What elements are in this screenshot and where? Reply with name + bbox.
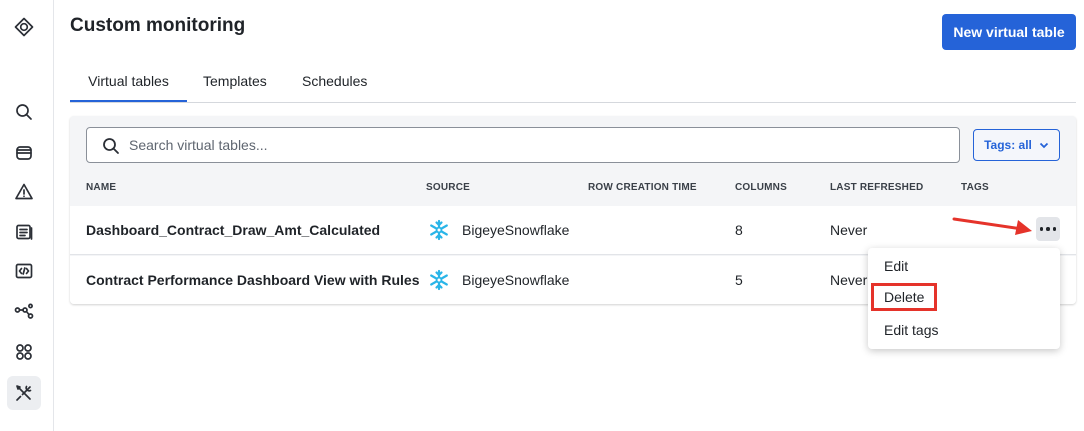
tags-filter-dropdown[interactable]: Tags: all [973,129,1060,161]
row-source-label: BigeyeSnowflake [462,222,570,238]
sidebar [0,0,54,431]
tab-bar: Virtual tables Templates Schedules [70,62,1076,103]
row-more-actions-button[interactable] [1036,217,1060,241]
page-title: Custom monitoring [70,15,246,36]
snowflake-icon [430,219,448,241]
row-source: BigeyeSnowflake [428,219,569,241]
grid-apps-icon[interactable] [7,335,41,369]
annotation-arrow-icon [952,217,1032,235]
diamond-logo-icon[interactable] [7,10,41,44]
warning-icon[interactable] [7,175,41,209]
chevron-down-icon [1039,142,1049,149]
row-columns-count: 8 [735,222,743,238]
tools-icon[interactable] [7,376,41,410]
row-name[interactable]: Contract Performance Dashboard View with… [86,272,420,288]
dot-icon [1039,227,1044,231]
column-header-columns[interactable]: COLUMNS [735,182,787,193]
tab-schedules[interactable]: Schedules [302,62,367,102]
menu-item-edit-tags[interactable]: Edit tags [884,322,938,338]
row-last-refreshed: Never [830,272,868,288]
snowflake-icon [430,269,448,291]
dot-icon [1052,227,1057,231]
menu-item-edit[interactable]: Edit [884,258,908,274]
search-input[interactable]: Search virtual tables... [86,127,960,163]
row-source-label: BigeyeSnowflake [462,272,570,288]
column-header-tags[interactable]: TAGS [961,182,989,193]
lineage-icon[interactable] [7,295,41,329]
column-header-row-creation-time[interactable]: ROW CREATION TIME [588,182,697,193]
row-name[interactable]: Dashboard_Contract_Draw_Amt_Calculated [86,222,380,238]
search-icon [103,138,119,154]
database-icon[interactable] [7,136,41,170]
menu-item-delete[interactable]: Delete [871,283,938,311]
app-root: Custom monitoring New virtual table Virt… [0,0,1084,431]
row-source: BigeyeSnowflake [428,269,569,291]
column-header-source[interactable]: SOURCE [426,182,470,193]
row-last-refreshed: Never [830,222,868,238]
column-header-last-refreshed[interactable]: LAST REFRESHED [830,182,923,193]
tab-virtual-tables[interactable]: Virtual tables [70,62,187,102]
search-placeholder: Search virtual tables... [129,137,268,153]
dot-icon [1046,227,1050,231]
row-actions-menu: Edit Delete Edit tags [868,248,1060,349]
catalog-icon[interactable] [7,215,41,249]
row-columns-count: 5 [735,272,743,288]
code-file-icon[interactable] [7,254,41,288]
column-header-name[interactable]: NAME [86,182,116,193]
search-icon[interactable] [7,95,41,129]
tab-templates[interactable]: Templates [203,62,267,102]
new-virtual-table-button[interactable]: New virtual table [942,14,1076,50]
tags-filter-label: Tags: all [984,138,1032,152]
